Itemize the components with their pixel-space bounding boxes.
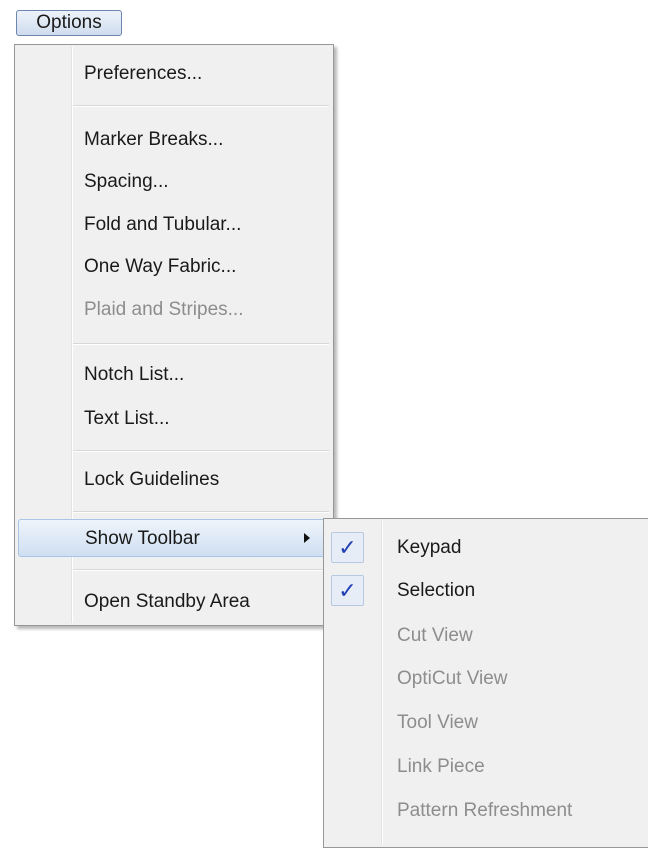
menu-item-notch-list[interactable]: Notch List... [17, 356, 331, 394]
menu-item-preferences[interactable]: Preferences... [17, 55, 331, 93]
submenu-item-label: Selection [397, 580, 476, 601]
menu-item-show-toolbar[interactable]: Show Toolbar [18, 519, 327, 557]
checkmark-icon: ✓ [331, 575, 364, 606]
submenu-item-cut-view: Cut View [397, 625, 473, 646]
menu-item-plaid-and-stripes: Plaid and Stripes... [84, 299, 244, 320]
menu-item-label: Show Toolbar [85, 528, 200, 549]
menu-item-spacing[interactable]: Spacing... [17, 163, 331, 201]
menu-item-fold-and-tubular[interactable]: Fold and Tubular... [17, 206, 331, 244]
menu-item-marker-breaks[interactable]: Marker Breaks... [17, 121, 331, 159]
menu-item-one-way-fabric[interactable]: One Way Fabric... [17, 248, 331, 286]
options-menu-button[interactable]: Options [16, 10, 122, 36]
submenu-item-selection[interactable]: ✓ Selection [326, 570, 648, 612]
submenu-item-keypad[interactable]: ✓ Keypad [326, 527, 648, 569]
options-dropdown-menu: Preferences... Marker Breaks... Spacing.… [14, 44, 334, 626]
menu-item-lock-guidelines[interactable]: Lock Guidelines [17, 461, 331, 499]
menu-separator [73, 569, 329, 571]
submenu-item-tool-view: Tool View [397, 712, 478, 733]
menu-item-open-standby-area[interactable]: Open Standby Area [17, 583, 331, 621]
submenu-item-link-piece: Link Piece [397, 756, 485, 777]
submenu-item-opticut-view: OptiCut View [397, 668, 508, 689]
menu-separator [73, 343, 329, 345]
submenu-arrow-icon [304, 533, 310, 543]
menu-separator [73, 511, 329, 513]
menu-separator [73, 105, 329, 107]
menu-separator [73, 450, 329, 452]
menu-item-text-list[interactable]: Text List... [17, 400, 331, 438]
show-toolbar-submenu: ✓ Keypad ✓ Selection Cut View OptiCut Vi… [323, 518, 648, 848]
checkmark-icon: ✓ [331, 532, 364, 563]
submenu-item-label: Keypad [397, 537, 462, 558]
submenu-item-pattern-refreshment: Pattern Refreshment [397, 800, 573, 821]
